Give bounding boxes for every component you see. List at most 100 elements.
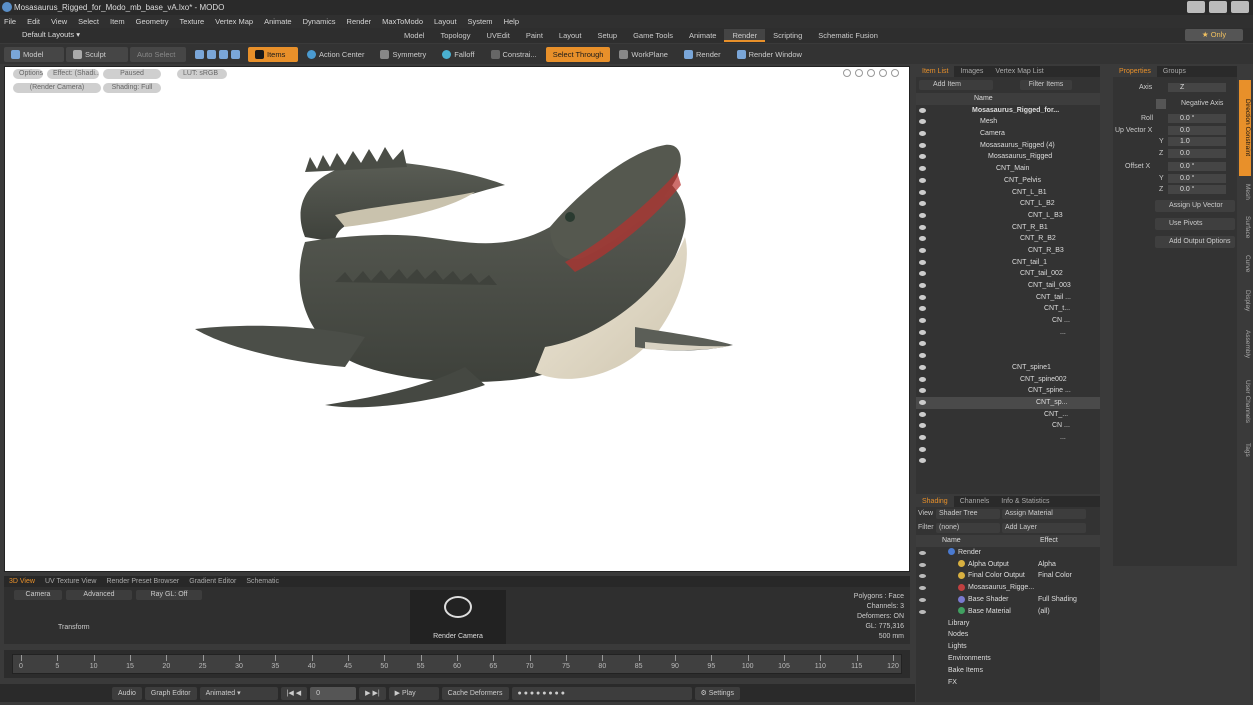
visibility-eye-icon[interactable] — [919, 388, 926, 394]
shader-item-effect[interactable]: (all) — [1038, 606, 1050, 618]
camera-button[interactable]: Camera — [14, 590, 62, 600]
list-item[interactable]: CN ... — [916, 420, 1100, 432]
vtab-assembly[interactable]: Assembly — [1239, 324, 1251, 366]
visibility-eye-icon[interactable] — [919, 247, 926, 253]
list-item[interactable]: Camera — [916, 128, 1100, 140]
visibility-eye-icon[interactable] — [919, 131, 926, 137]
shader-item[interactable]: Mosasaurus_Rigge... — [916, 582, 1100, 594]
visibility-eye-icon[interactable] — [919, 458, 926, 464]
visibility-eye-icon[interactable] — [919, 609, 926, 614]
menu-animate[interactable]: Animate — [264, 17, 292, 26]
cache-deformers-button[interactable]: Cache Deformers — [441, 686, 509, 700]
visibility-eye-icon[interactable] — [919, 586, 926, 591]
offset-x-field[interactable]: 0.0 ° — [1168, 162, 1226, 171]
shader-item[interactable]: Library — [916, 618, 1100, 630]
up-vector-z-field[interactable]: 0.0 — [1168, 148, 1226, 158]
visibility-eye-icon[interactable] — [919, 154, 926, 160]
visibility-eye-icon[interactable] — [919, 446, 926, 452]
visibility-eye-icon[interactable] — [919, 189, 926, 195]
selection-mode-icons[interactable] — [188, 47, 246, 62]
visibility-eye-icon[interactable] — [919, 212, 926, 218]
tab-model[interactable]: Model — [396, 29, 432, 42]
items-button[interactable]: Items — [248, 46, 298, 62]
visibility-eye-icon[interactable] — [919, 574, 926, 579]
visibility-eye-icon[interactable] — [919, 224, 926, 230]
vtab-surface[interactable]: Surface — [1239, 208, 1251, 246]
assign-material-button[interactable]: Assign Material — [1002, 509, 1086, 519]
list-item[interactable] — [916, 455, 1100, 467]
tab-uvedit[interactable]: UVEdit — [478, 29, 517, 42]
next-key-buttons[interactable]: ▶ ▶| — [359, 686, 386, 700]
shader-item-effect[interactable]: Full Shading — [1038, 594, 1077, 606]
list-item[interactable]: CNT_tail_1 — [916, 257, 1100, 269]
tab-uv-texture-view[interactable]: UV Texture View — [40, 576, 102, 587]
camera-preview[interactable]: Render Camera — [410, 590, 506, 644]
visibility-eye-icon[interactable] — [919, 306, 926, 312]
visibility-eye-icon[interactable] — [919, 364, 926, 370]
list-item[interactable]: CNT_Main — [916, 163, 1100, 175]
list-item[interactable]: CN ... — [916, 315, 1100, 327]
audio-button[interactable]: Audio — [112, 686, 142, 700]
visibility-eye-icon[interactable] — [919, 423, 926, 429]
list-item[interactable] — [916, 350, 1100, 362]
3d-viewport[interactable]: Options Effect: (Shadi... Paused LUT: sR… — [4, 66, 910, 572]
menu-system[interactable]: System — [468, 17, 493, 26]
vtab-tags[interactable]: Tags — [1239, 438, 1251, 462]
negative-axis-checkbox[interactable] — [1156, 98, 1166, 109]
timeline-ruler[interactable]: 0 5 10 15 20 25 30 35 40 45 50 55 60 65 70 75 80 85 90 95 10… — [12, 654, 902, 674]
advanced-button[interactable]: Advanced — [66, 590, 132, 600]
visibility-eye-icon[interactable] — [919, 399, 926, 405]
visibility-eye-icon[interactable] — [919, 177, 926, 183]
animated-dropdown[interactable]: Animated ▾ — [199, 686, 278, 700]
shader-item[interactable]: Bake Items — [916, 665, 1100, 677]
visibility-eye-icon[interactable] — [919, 329, 926, 335]
list-item[interactable]: CNT_spine1 — [916, 362, 1100, 374]
settings-button[interactable]: ⚙ Settings — [694, 686, 741, 700]
list-item[interactable]: ... — [916, 327, 1100, 339]
menu-vertex-map[interactable]: Vertex Map — [215, 17, 253, 26]
vtab-mesh[interactable]: Mesh — [1239, 180, 1251, 204]
tab-animate[interactable]: Animate — [681, 29, 725, 42]
tab-schematic-fusion[interactable]: Schematic Fusion — [810, 29, 886, 42]
raygl-button[interactable]: Ray GL: Off — [136, 590, 202, 600]
list-item[interactable]: CNT_R_B2 — [916, 233, 1100, 245]
menu-view[interactable]: View — [51, 17, 67, 26]
workplane-button[interactable]: WorkPlane — [612, 47, 675, 62]
visibility-eye-icon[interactable] — [919, 166, 926, 172]
menu-render[interactable]: Render — [347, 17, 372, 26]
tab-render-preset-browser[interactable]: Render Preset Browser — [101, 576, 184, 587]
use-pivots-button[interactable]: Use Pivots — [1155, 217, 1235, 230]
visibility-eye-icon[interactable] — [919, 318, 926, 324]
key-tools-icons[interactable]: ● ● ● ● ● ● ● ● — [511, 686, 692, 700]
filter-dropdown[interactable]: (none) — [936, 523, 1000, 533]
visibility-eye-icon[interactable] — [919, 142, 926, 148]
assign-up-vector-button[interactable]: Assign Up Vector — [1155, 199, 1235, 212]
tab-3d-view[interactable]: 3D View — [4, 576, 40, 587]
tab-properties[interactable]: Properties — [1113, 66, 1157, 77]
close-button[interactable] — [1231, 1, 1249, 13]
visibility-eye-icon[interactable] — [919, 283, 926, 288]
shader-item[interactable]: Base Material (all) — [916, 606, 1100, 618]
shader-item[interactable]: Alpha Output Alpha — [916, 559, 1100, 571]
falloff-button[interactable]: Falloff — [435, 47, 481, 62]
visibility-eye-icon[interactable] — [919, 434, 926, 440]
visibility-eye-icon[interactable] — [919, 259, 926, 265]
shader-item-effect[interactable]: Final Color — [1038, 570, 1072, 582]
list-item[interactable]: CNT_L_B1 — [916, 187, 1100, 199]
visibility-eye-icon[interactable] — [919, 341, 926, 347]
tab-images[interactable]: Images — [954, 66, 989, 77]
shader-item[interactable]: Base Shader Full Shading — [916, 594, 1100, 606]
list-item[interactable]: CNT_spine002 — [916, 374, 1100, 386]
tab-layout[interactable]: Layout — [551, 29, 590, 42]
list-item[interactable]: CNT_L_B3 — [916, 210, 1100, 222]
add-item-button[interactable]: Add Item — [919, 80, 993, 90]
tab-schematic[interactable]: Schematic — [241, 576, 284, 587]
menu-item[interactable]: Item — [110, 17, 125, 26]
menu-maxtomodo[interactable]: MaxToModo — [382, 17, 423, 26]
list-item[interactable]: CNT_L_B2 — [916, 198, 1100, 210]
menu-layout[interactable]: Layout — [434, 17, 457, 26]
menu-dynamics[interactable]: Dynamics — [303, 17, 336, 26]
add-layer-dropdown[interactable]: Add Layer — [1002, 523, 1086, 533]
select-through-button[interactable]: Select Through — [545, 46, 611, 62]
tab-item-list[interactable]: Item List — [916, 66, 955, 77]
